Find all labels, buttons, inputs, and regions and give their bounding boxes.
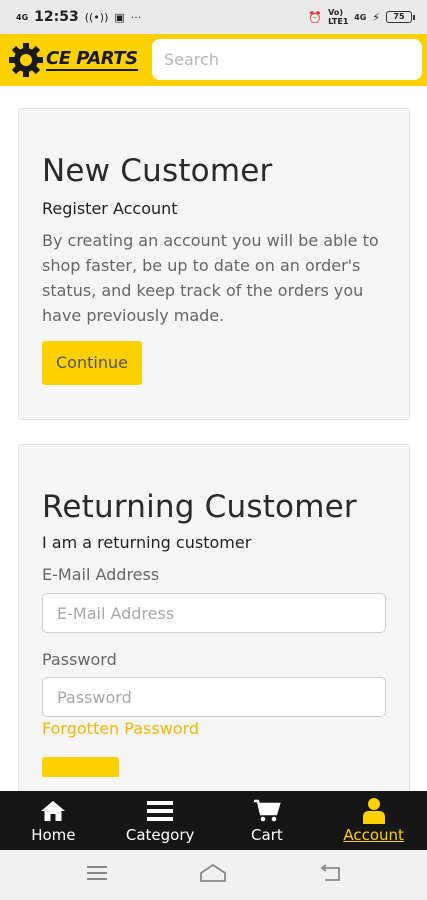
password-field[interactable] <box>42 677 386 717</box>
nav-category-label: Category <box>125 825 195 844</box>
register-account-heading: Register Account <box>42 199 178 218</box>
forgotten-password-link[interactable]: Forgotten Password <box>42 719 386 738</box>
new-customer-description: By creating an account you will be able … <box>42 231 379 325</box>
nav-cart[interactable]: Cart <box>214 791 321 850</box>
more-notifications: ··· <box>130 10 142 24</box>
status-time: 12:53 <box>34 9 79 25</box>
user-icon <box>362 797 386 824</box>
app-header: CE PARTS <box>0 34 427 86</box>
email-label: E-Mail Address <box>42 565 160 584</box>
nav-home-label: Home <box>31 825 76 844</box>
email-field[interactable] <box>42 593 386 633</box>
alarm-icon: ⏰ <box>308 10 323 24</box>
status-bar-right: ⏰ Vo) LTE1 4G ⚡ 75 <box>308 8 415 26</box>
menu-icon <box>147 798 174 824</box>
bottom-nav: Home Category Cart Account <box>0 791 427 850</box>
nav-home[interactable]: Home <box>0 791 107 850</box>
back-icon[interactable] <box>319 864 341 886</box>
battery-level: 75 <box>386 11 412 23</box>
cart-icon <box>253 798 281 824</box>
volte-label: Vo) LTE1 <box>328 8 349 26</box>
logo[interactable]: CE PARTS <box>8 38 148 82</box>
gear-logo-icon <box>9 43 43 77</box>
nav-cart-label: Cart <box>251 825 283 844</box>
signal-indicator: 4G <box>16 12 29 22</box>
returning-customer-card: Returning Customer I am a returning cust… <box>18 444 410 804</box>
nav-account[interactable]: Account <box>320 791 427 850</box>
network-type: 4G <box>354 12 367 22</box>
nav-account-label: Account <box>343 825 404 844</box>
battery-icon: 75 <box>386 11 415 23</box>
returning-customer-title: Returning Customer <box>42 489 357 525</box>
system-nav-bar <box>0 850 427 900</box>
search-input[interactable] <box>152 39 422 80</box>
notification-icon: ▣ <box>114 10 125 24</box>
home-system-icon[interactable] <box>199 863 227 887</box>
broadcast-icon: ((•)) <box>84 10 109 24</box>
new-customer-card: New Customer Register Account By creatin… <box>18 108 410 420</box>
nav-category[interactable]: Category <box>107 791 214 850</box>
returning-customer-heading: I am a returning customer <box>42 533 252 552</box>
logo-text: CE PARTS <box>46 48 138 71</box>
login-button[interactable] <box>42 757 119 777</box>
password-label: Password <box>42 650 117 669</box>
home-icon <box>40 798 66 824</box>
status-bar-left: 4G 12:53 ((•)) ▣ ··· <box>16 9 141 25</box>
charging-icon: ⚡ <box>372 10 380 24</box>
recent-apps-icon[interactable] <box>86 865 108 885</box>
new-customer-title: New Customer <box>42 153 273 189</box>
status-bar: 4G 12:53 ((•)) ▣ ··· ⏰ Vo) LTE1 4G ⚡ 75 <box>0 0 427 34</box>
continue-button[interactable]: Continue <box>42 341 142 385</box>
